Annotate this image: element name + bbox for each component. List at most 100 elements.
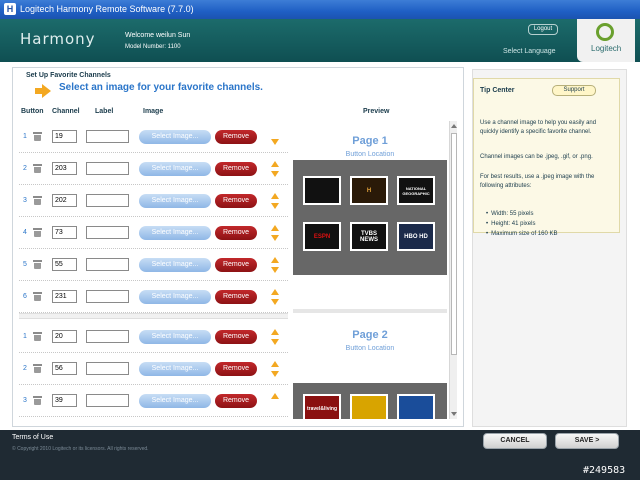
move-up-icon[interactable] (271, 257, 279, 263)
harmony-logo: Harmony (20, 30, 96, 48)
channel-row: 5 Select Image... Remove (19, 249, 288, 281)
channel-input[interactable] (52, 194, 77, 207)
remove-button[interactable]: Remove (215, 330, 257, 344)
preview-grid-page-1: H NATIONAL GEOGRAPHIC ESPN TVBS NEWS HBO… (293, 160, 447, 275)
move-up-icon[interactable] (271, 329, 279, 335)
label-input[interactable] (86, 258, 129, 271)
move-up-icon[interactable] (271, 225, 279, 231)
remove-button[interactable]: Remove (215, 258, 257, 272)
channel-tile: NATIONAL GEOGRAPHIC (397, 176, 435, 205)
remove-button[interactable]: Remove (215, 130, 257, 144)
move-down-icon[interactable] (271, 339, 279, 345)
tip-box: Tip Center Support Use a channel image t… (473, 78, 620, 237)
channel-input[interactable] (52, 130, 77, 143)
move-up-icon[interactable] (271, 393, 279, 399)
trash-icon[interactable] (33, 196, 42, 205)
channel-tile: ESPN (303, 222, 341, 251)
remove-button[interactable]: Remove (215, 194, 257, 208)
label-input[interactable] (86, 362, 129, 375)
channel-input[interactable] (52, 290, 77, 303)
button-number: 2 (23, 365, 27, 372)
channel-row: 2 Select Image... Remove (19, 353, 288, 385)
label-input[interactable] (86, 194, 129, 207)
channel-row: 3 Select Image... Remove (19, 385, 288, 417)
channel-input[interactable] (52, 394, 77, 407)
preview-scrollbar[interactable] (449, 121, 457, 419)
label-input[interactable] (86, 290, 129, 303)
trash-icon[interactable] (33, 228, 42, 237)
select-image-button[interactable]: Select Image... (139, 290, 211, 304)
channel-logo-icon (352, 396, 386, 419)
tip-attribute-item: Height: 41 pixels (486, 219, 557, 229)
channel-row: 6 Select Image... Remove (19, 281, 288, 313)
cancel-button[interactable]: CANCEL (483, 433, 547, 449)
channel-list: 1 Select Image... Remove 2 Select Image... Re… (19, 121, 288, 419)
select-image-button[interactable]: Select Image... (139, 162, 211, 176)
trash-icon[interactable] (33, 396, 42, 405)
move-up-icon[interactable] (271, 161, 279, 167)
label-input[interactable] (86, 226, 129, 239)
natgeo-logo-icon: NATIONAL GEOGRAPHIC (399, 178, 433, 203)
move-down-icon[interactable] (271, 299, 279, 305)
move-down-icon[interactable] (271, 371, 279, 377)
select-image-button[interactable]: Select Image... (139, 330, 211, 344)
scroll-up-icon[interactable] (451, 124, 457, 128)
label-input[interactable] (86, 162, 129, 175)
column-header-preview: Preview (363, 108, 390, 115)
support-button[interactable]: Support (552, 85, 596, 96)
scroll-down-icon[interactable] (451, 412, 457, 416)
move-down-icon[interactable] (271, 139, 279, 145)
channel-tile: HBO HD (397, 222, 435, 251)
select-image-button[interactable]: Select Image... (139, 258, 211, 272)
select-image-button[interactable]: Select Image... (139, 130, 211, 144)
trash-icon[interactable] (33, 260, 42, 269)
remove-button[interactable]: Remove (215, 362, 257, 376)
move-up-icon[interactable] (271, 289, 279, 295)
trash-icon[interactable] (33, 332, 42, 341)
move-down-icon[interactable] (271, 235, 279, 241)
move-up-icon[interactable] (271, 193, 279, 199)
channel-input[interactable] (52, 330, 77, 343)
select-image-button[interactable]: Select Image... (139, 394, 211, 408)
label-input[interactable] (86, 330, 129, 343)
scroll-thumb[interactable] (451, 133, 457, 355)
channel-tile: TVBS NEWS (350, 222, 388, 251)
remove-button[interactable]: Remove (215, 162, 257, 176)
select-image-button[interactable]: Select Image... (139, 194, 211, 208)
trash-icon[interactable] (33, 132, 42, 141)
label-input[interactable] (86, 394, 129, 407)
terms-of-use-link[interactable]: Terms of Use (12, 434, 53, 441)
move-down-icon[interactable] (271, 171, 279, 177)
label-input[interactable] (86, 130, 129, 143)
channel-input[interactable] (52, 362, 77, 375)
espn-logo-icon: ESPN (305, 224, 339, 249)
trash-icon[interactable] (33, 292, 42, 301)
trash-icon[interactable] (33, 164, 42, 173)
tip-attribute-item: Maximum size of 160 KB (486, 229, 557, 239)
channel-row: 3 Select Image... Remove (19, 185, 288, 217)
trash-icon[interactable] (33, 364, 42, 373)
window-title-bar: H Logitech Harmony Remote Software (7.7.… (0, 0, 640, 19)
hbo-logo-icon: HBO HD (399, 224, 433, 249)
select-image-button[interactable]: Select Image... (139, 226, 211, 240)
move-down-icon[interactable] (271, 267, 279, 273)
channel-input[interactable] (52, 226, 77, 239)
channel-tile (303, 176, 341, 205)
channel-input[interactable] (52, 162, 77, 175)
header: Harmony Welcome weilun Sun Model Number:… (0, 19, 640, 62)
column-header-label: Label (95, 108, 114, 115)
select-image-button[interactable]: Select Image... (139, 362, 211, 376)
remove-button[interactable]: Remove (215, 290, 257, 304)
move-up-icon[interactable] (271, 361, 279, 367)
preview-grid-page-2: travel&living (293, 383, 447, 419)
channel-logo-icon (399, 396, 433, 419)
move-down-icon[interactable] (271, 203, 279, 209)
remove-button[interactable]: Remove (215, 394, 257, 408)
channel-input[interactable] (52, 258, 77, 271)
button-number: 3 (23, 197, 27, 204)
remove-button[interactable]: Remove (215, 226, 257, 240)
save-button[interactable]: SAVE > (555, 433, 619, 449)
logitech-text: Logitech (591, 44, 622, 53)
logout-button[interactable]: Logout (528, 24, 558, 35)
select-language-link[interactable]: Select Language (503, 48, 556, 55)
